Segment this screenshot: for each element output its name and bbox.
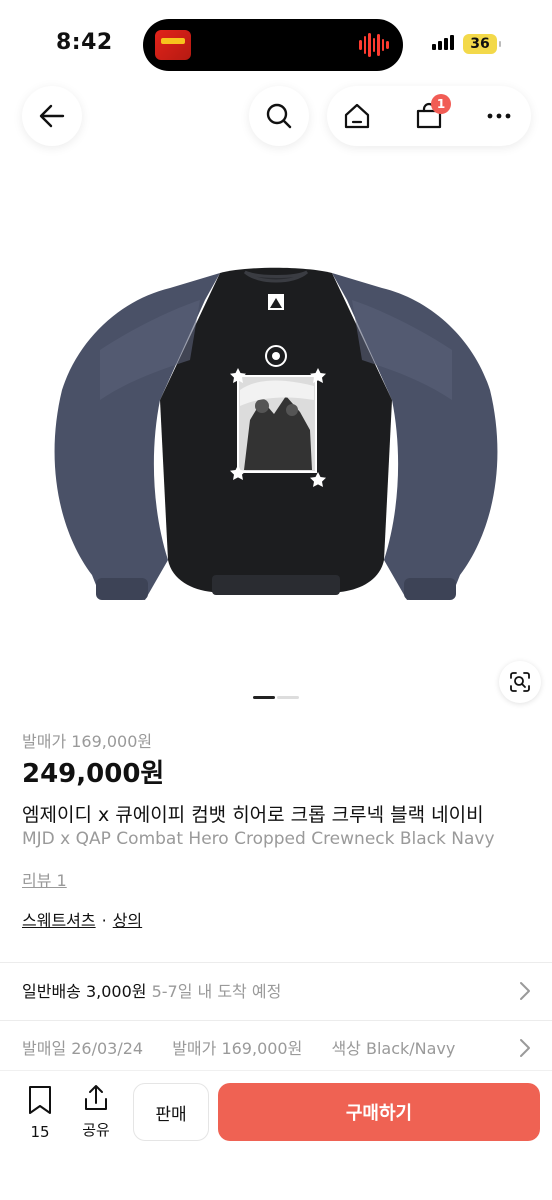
home-icon xyxy=(344,103,370,129)
release-price-label: 발매가 169,000원 xyxy=(22,732,153,751)
product-meta-row[interactable]: 발매일 26/03/24 발매가 169,000원 색상 Black/Navy xyxy=(22,1035,532,1065)
arrow-left-icon xyxy=(39,104,65,128)
sell-button[interactable]: 판매 xyxy=(133,1083,209,1141)
back-button[interactable] xyxy=(22,86,82,146)
shipping-row[interactable]: 일반배송 3,000원 5-7일 내 도착 예정 xyxy=(22,978,532,1008)
bottom-action-bar: 15 공유 판매 구매하기 xyxy=(0,1070,552,1200)
share-label: 공유 xyxy=(82,1121,110,1139)
chevron-right-icon xyxy=(520,982,530,1000)
review-link[interactable]: 리뷰 1 xyxy=(22,867,67,891)
image-pagination xyxy=(253,696,299,699)
dynamic-island[interactable] xyxy=(143,19,403,71)
status-bar: 8:42 36 xyxy=(0,0,552,80)
shipping-fee: 일반배송 3,000원 xyxy=(22,982,147,1001)
shipping-eta: 5-7일 내 도착 예정 xyxy=(151,982,282,1001)
sweatshirt-hem xyxy=(212,575,340,595)
pagination-dot-active xyxy=(253,696,275,699)
lens-search-icon xyxy=(510,672,530,692)
color-info: 색상 Black/Navy xyxy=(331,1039,456,1058)
bookmark-icon xyxy=(29,1086,51,1114)
product-image[interactable] xyxy=(0,200,552,680)
bookmark-count: 15 xyxy=(30,1123,50,1141)
share-icon xyxy=(85,1085,107,1110)
category-separator: · xyxy=(101,911,107,930)
current-price: 249,000원 xyxy=(22,759,165,789)
product-title-korean: 엠제이디 x 큐에이피 컴뱃 히어로 크롭 크루넥 블랙 네이비 xyxy=(22,804,484,826)
category-breadcrumb: 스웨트셔츠 · 상의 xyxy=(22,907,142,931)
search-button[interactable] xyxy=(249,86,309,146)
now-playing-artwork-icon xyxy=(155,30,191,60)
chevron-right-icon xyxy=(520,1039,530,1057)
share-button[interactable]: 공유 xyxy=(76,1083,116,1140)
home-button[interactable] xyxy=(327,86,387,146)
status-time: 8:42 xyxy=(56,30,113,55)
more-horizontal-icon xyxy=(487,113,511,119)
divider xyxy=(0,962,552,963)
product-title-english: MJD x QAP Combat Hero Cropped Crewneck B… xyxy=(22,829,495,849)
meta-release-price: 발매가 169,000원 xyxy=(172,1039,303,1058)
cellular-signal-icon xyxy=(432,35,454,50)
pagination-dot xyxy=(277,696,299,699)
search-icon xyxy=(266,103,292,129)
nav-action-group: 1 xyxy=(327,86,531,146)
release-date: 발매일 26/03/24 xyxy=(22,1039,144,1058)
graphic-print xyxy=(237,375,317,473)
category-link-sweatshirt[interactable]: 스웨트셔츠 xyxy=(22,911,96,930)
bookmark-button[interactable]: 15 xyxy=(20,1085,60,1141)
category-link-tops[interactable]: 상의 xyxy=(113,911,142,930)
divider xyxy=(0,1020,552,1021)
audio-waveform-icon xyxy=(359,32,390,58)
more-button[interactable] xyxy=(469,86,529,146)
battery-icon: 36 xyxy=(463,34,501,54)
image-search-button[interactable] xyxy=(499,661,541,703)
cart-button[interactable]: 1 xyxy=(399,86,459,146)
buy-button[interactable]: 구매하기 xyxy=(218,1083,540,1141)
cart-count-badge: 1 xyxy=(431,94,451,114)
